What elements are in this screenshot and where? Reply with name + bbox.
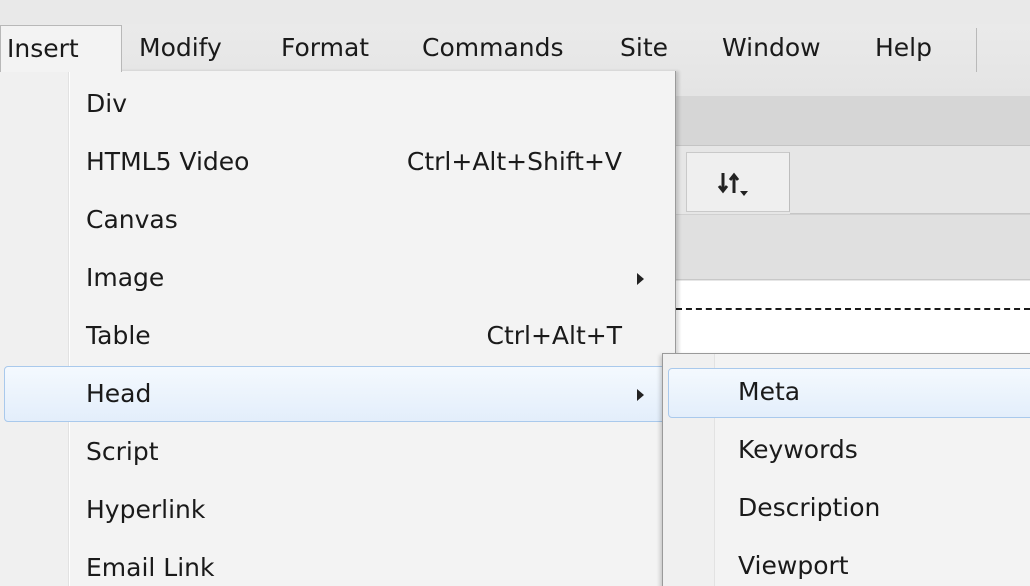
menu-item-image[interactable]: Image bbox=[0, 249, 676, 307]
menu-item-canvas[interactable]: Canvas bbox=[0, 191, 676, 249]
sort-arrows-icon bbox=[717, 172, 748, 196]
menu-item-label: Script bbox=[86, 437, 159, 466]
submenu-arrow-icon bbox=[637, 389, 644, 401]
submenu-item-description[interactable]: Description bbox=[663, 479, 1030, 537]
submenu-item-highlight bbox=[668, 368, 1030, 418]
menu-item-label: Table bbox=[86, 321, 151, 350]
submenu-item-meta[interactable]: Meta bbox=[663, 363, 1030, 421]
menu-insert[interactable]: Insert bbox=[0, 25, 122, 72]
submenu-item-label: Meta bbox=[738, 377, 801, 406]
menu-format[interactable]: Format bbox=[271, 25, 379, 72]
menu-item-label: Div bbox=[86, 89, 127, 118]
submenu-arrow-icon bbox=[637, 273, 644, 285]
submenu-item-viewport[interactable]: Viewport bbox=[663, 537, 1030, 586]
menu-bar-separator bbox=[976, 28, 977, 72]
menu-help[interactable]: Help bbox=[865, 25, 942, 72]
menu-item-shortcut: Ctrl+Alt+T bbox=[486, 321, 623, 350]
menu-item-head[interactable]: Head bbox=[0, 365, 676, 423]
menu-item-email-link[interactable]: Email Link bbox=[0, 539, 676, 586]
menu-item-script[interactable]: Script bbox=[0, 423, 676, 481]
submenu-item-keywords[interactable]: Keywords bbox=[663, 421, 1030, 479]
menu-commands[interactable]: Commands bbox=[412, 25, 574, 72]
menu-item-label: Image bbox=[86, 263, 165, 292]
submenu-item-label: Description bbox=[738, 493, 881, 522]
submenu-item-label: Viewport bbox=[738, 551, 849, 580]
dashed-guide bbox=[676, 308, 1030, 310]
menu-item-html5-video[interactable]: HTML5 Video Ctrl+Alt+Shift+V bbox=[0, 133, 676, 191]
head-submenu: Meta Keywords Description Viewport bbox=[662, 353, 1030, 586]
menu-window[interactable]: Window bbox=[712, 25, 831, 72]
menu-item-div[interactable]: Div bbox=[0, 75, 676, 133]
menu-item-label: HTML5 Video bbox=[86, 147, 250, 176]
menu-item-label: Hyperlink bbox=[86, 495, 206, 524]
menu-bar-top-strip bbox=[0, 0, 1030, 24]
menu-item-hyperlink[interactable]: Hyperlink bbox=[0, 481, 676, 539]
menu-site[interactable]: Site bbox=[610, 25, 678, 72]
menu-item-shortcut: Ctrl+Alt+Shift+V bbox=[406, 147, 622, 176]
menu-modify[interactable]: Modify bbox=[129, 25, 232, 72]
insert-menu-dropdown: Div HTML5 Video Ctrl+Alt+Shift+V Canvas … bbox=[0, 71, 676, 586]
menu-item-label: Head bbox=[86, 379, 152, 408]
menu-item-label: Email Link bbox=[86, 553, 215, 582]
sort-button[interactable] bbox=[686, 152, 790, 212]
menu-item-table[interactable]: Table Ctrl+Alt+T bbox=[0, 307, 676, 365]
menu-item-label: Canvas bbox=[86, 205, 178, 234]
application-window: Insert Modify Format Commands Site Windo… bbox=[0, 0, 1030, 586]
submenu-item-label: Keywords bbox=[738, 435, 858, 464]
